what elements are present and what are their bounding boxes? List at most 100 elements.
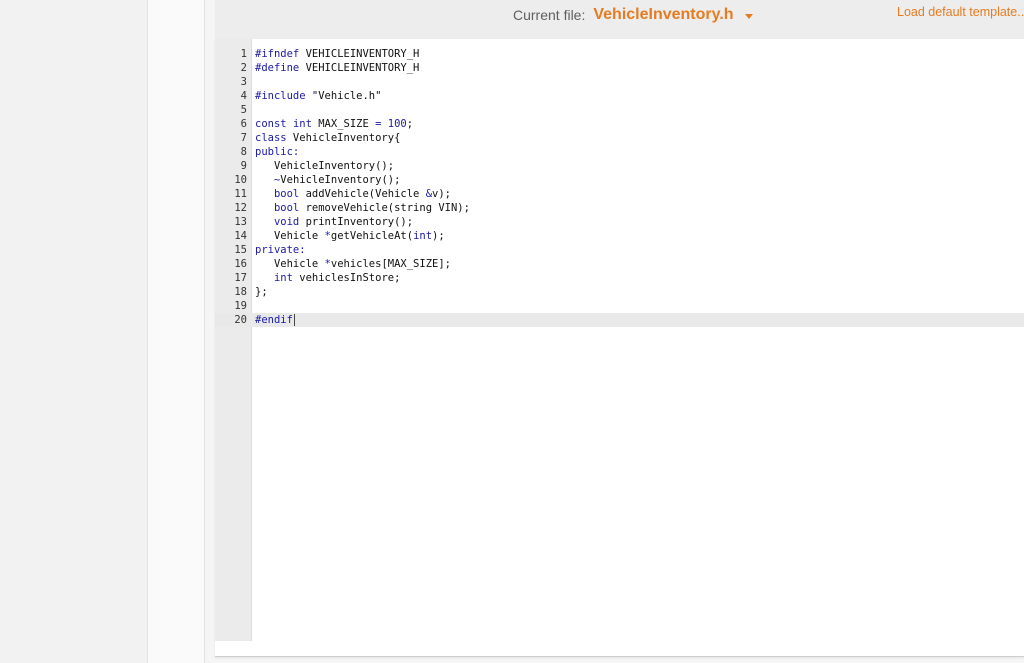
current-file-name[interactable]: VehicleInventory.h: [593, 6, 733, 24]
code-line[interactable]: 9 VehicleInventory();: [215, 159, 1024, 173]
code-token: VEHICLEINVENTORY_H: [299, 48, 420, 60]
line-number: 18: [234, 286, 247, 298]
code-text: ~VehicleInventory();: [255, 173, 400, 187]
line-number: 10: [234, 174, 247, 186]
line-number: 6: [240, 118, 247, 130]
code-keyword: public:: [255, 146, 300, 158]
line-number: 19: [234, 300, 247, 312]
code-keyword: #endif: [255, 314, 293, 326]
code-text: bool removeVehicle(string VIN);: [255, 201, 470, 215]
line-number: 11: [234, 188, 247, 200]
code-keyword: bool: [273, 202, 300, 214]
code-token: );: [432, 230, 445, 242]
code-keyword: class: [255, 132, 287, 144]
code-keyword: bool: [273, 188, 300, 200]
code-text: Vehicle *getVehicleAt(int);: [255, 229, 445, 243]
code-keyword: const: [255, 118, 287, 130]
code-line[interactable]: 4 #include "Vehicle.h": [215, 89, 1024, 103]
code-token: ;: [406, 118, 414, 130]
code-line[interactable]: 13 void printInventory();: [215, 215, 1024, 229]
code-token: 100: [387, 118, 407, 130]
code-text: public:: [255, 145, 299, 159]
code-text: VehicleInventory();: [255, 159, 394, 173]
code-line[interactable]: 20 #endif: [215, 313, 1024, 327]
code-line[interactable]: 2 #define VEHICLEINVENTORY_H: [215, 61, 1024, 75]
line-number: 14: [234, 230, 247, 242]
code-line[interactable]: 7 class VehicleInventory{: [215, 131, 1024, 145]
code-keyword: int: [413, 230, 433, 242]
code-line[interactable]: 6 const int MAX_SIZE = 100;: [215, 117, 1024, 131]
code-line[interactable]: 17 int vehiclesInStore;: [215, 271, 1024, 285]
line-number: 17: [234, 272, 247, 284]
code-line[interactable]: 16 Vehicle *vehicles[MAX_SIZE];: [215, 257, 1024, 271]
code-editor[interactable]: 1 #ifndef VEHICLEINVENTORY_H 2 #define VEHI…: [215, 39, 1024, 657]
code-line[interactable]: 10 ~VehicleInventory();: [215, 173, 1024, 187]
code-text: class VehicleInventory{: [255, 131, 400, 145]
code-token: Vehicle: [255, 258, 325, 270]
line-number: 20: [234, 314, 247, 326]
code-keyword: void: [273, 216, 300, 228]
code-text: #define VEHICLEINVENTORY_H: [255, 61, 419, 75]
line-number: 12: [234, 202, 247, 214]
left-panel: [0, 0, 148, 663]
code-text: };: [255, 285, 268, 299]
current-file-label: Current file:: [513, 7, 586, 23]
code-line[interactable]: 11 bool addVehicle(Vehicle &v);: [215, 187, 1024, 201]
code-token: vehicles[MAX_SIZE];: [330, 258, 451, 270]
code-text: private:: [255, 243, 306, 257]
code-text: #include "Vehicle.h": [255, 89, 381, 103]
code-line[interactable]: 18};: [215, 285, 1024, 299]
code-token: addVehicle(Vehicle: [299, 188, 426, 200]
code-keyword: #define: [255, 62, 300, 74]
line-number: 8: [240, 146, 247, 158]
line-number: 5: [240, 104, 247, 116]
code-token: vehiclesInStore;: [292, 272, 401, 284]
code-text: int vehiclesInStore;: [255, 271, 400, 285]
code-keyword: int: [292, 118, 312, 130]
panel-gap: [205, 0, 215, 663]
line-number: 1: [240, 48, 247, 60]
code-line[interactable]: 19: [215, 299, 1024, 313]
code-keyword: #ifndef: [255, 48, 300, 60]
line-number: 16: [234, 258, 247, 270]
code-area[interactable]: 1 #ifndef VEHICLEINVENTORY_H 2 #define VEHI…: [215, 47, 1024, 327]
code-line[interactable]: 12 bool removeVehicle(string VIN);: [215, 201, 1024, 215]
line-number: 15: [234, 244, 247, 256]
file-toolbar: Current file: VehicleInventory.h Load de…: [215, 0, 1024, 39]
code-token: VehicleInventory();: [280, 174, 401, 186]
line-number: 7: [240, 132, 247, 144]
code-line[interactable]: 14 Vehicle *getVehicleAt(int);: [215, 229, 1024, 243]
line-number: 4: [240, 90, 247, 102]
code-keyword: #include: [255, 90, 306, 102]
code-token: };: [255, 286, 268, 298]
current-file-selector[interactable]: Current file: VehicleInventory.h: [513, 5, 753, 25]
code-token: MAX_SIZE: [311, 118, 376, 130]
text-cursor: [293, 314, 295, 326]
code-token: "Vehicle.h": [305, 90, 382, 102]
code-token: removeVehicle(string VIN);: [299, 202, 470, 214]
code-token: VEHICLEINVENTORY_H: [299, 62, 420, 74]
side-panel: [148, 0, 205, 663]
code-token: getVehicleAt(: [330, 230, 414, 242]
code-line[interactable]: 5: [215, 103, 1024, 117]
line-number: 3: [240, 76, 247, 88]
line-number: 13: [234, 216, 247, 228]
code-text: Vehicle *vehicles[MAX_SIZE];: [255, 257, 451, 271]
code-line[interactable]: 15 private:: [215, 243, 1024, 257]
code-line[interactable]: 3: [215, 75, 1024, 89]
code-text: #endif: [255, 313, 295, 327]
code-line[interactable]: 8 public:: [215, 145, 1024, 159]
code-token: v);: [432, 188, 451, 200]
code-token: Vehicle: [255, 230, 325, 242]
load-default-template-link[interactable]: Load default template...: [897, 5, 1024, 19]
code-text: #ifndef VEHICLEINVENTORY_H: [255, 47, 419, 61]
caret-down-icon[interactable]: [744, 13, 753, 19]
code-line[interactable]: 1 #ifndef VEHICLEINVENTORY_H: [215, 47, 1024, 61]
code-text: bool addVehicle(Vehicle &v);: [255, 187, 451, 201]
code-keyword: private:: [255, 244, 306, 256]
